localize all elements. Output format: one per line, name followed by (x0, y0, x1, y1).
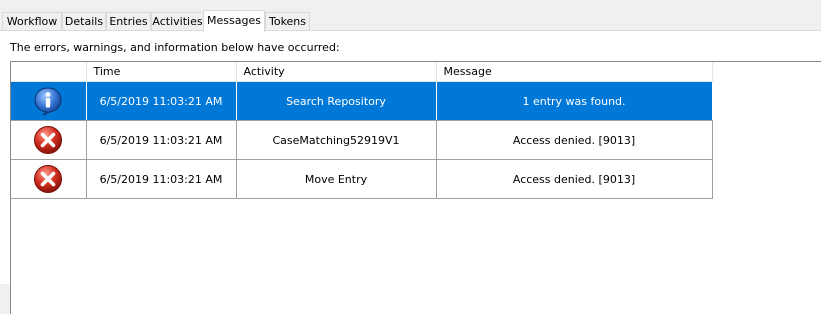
messages-table: Time Activity Message 6/5/2019 11:03:21 … (11, 62, 713, 199)
table-row[interactable]: 6/5/2019 11:03:21 AM Search Repository 1… (11, 81, 713, 121)
row-time: 6/5/2019 11:03:21 AM (86, 81, 237, 121)
error-icon (32, 124, 64, 156)
row-message: Access denied. [9013] (436, 120, 713, 160)
row-activity: Search Repository (236, 81, 437, 121)
panel-description: The errors, warnings, and information be… (10, 41, 340, 54)
column-header-message[interactable]: Message (436, 62, 713, 82)
row-message: Access denied. [9013] (436, 159, 713, 199)
row-icon-cell (11, 81, 87, 121)
column-header-activity[interactable]: Activity (236, 62, 437, 82)
tab-workflow[interactable]: Workflow (2, 12, 62, 30)
messages-panel: The errors, warnings, and information be… (0, 30, 821, 314)
row-message: 1 entry was found. (436, 81, 713, 121)
tab-strip: Workflow Details Entries Activities Mess… (0, 0, 821, 32)
row-time: 6/5/2019 11:03:21 AM (86, 159, 237, 199)
error-icon (32, 163, 64, 195)
table-row[interactable]: 6/5/2019 11:03:21 AM CaseMatching52919V1… (11, 120, 713, 160)
row-activity: CaseMatching52919V1 (236, 120, 437, 160)
column-header-time[interactable]: Time (86, 62, 237, 82)
table-row[interactable]: 6/5/2019 11:03:21 AM Move Entry Access d… (11, 159, 713, 199)
grid-header-row: Time Activity Message (11, 62, 713, 82)
info-icon (32, 85, 64, 117)
tab-activities[interactable]: Activities (151, 12, 204, 30)
tab-details[interactable]: Details (62, 12, 106, 30)
row-icon-cell (11, 159, 87, 199)
row-activity: Move Entry (236, 159, 437, 199)
column-header-icon[interactable] (11, 62, 87, 82)
row-icon-cell (11, 120, 87, 160)
tab-messages[interactable]: Messages (203, 10, 265, 32)
messages-grid[interactable]: Time Activity Message 6/5/2019 11:03:21 … (10, 61, 821, 314)
tab-tokens[interactable]: Tokens (265, 12, 310, 30)
tab-entries[interactable]: Entries (106, 12, 151, 30)
row-time: 6/5/2019 11:03:21 AM (86, 120, 237, 160)
